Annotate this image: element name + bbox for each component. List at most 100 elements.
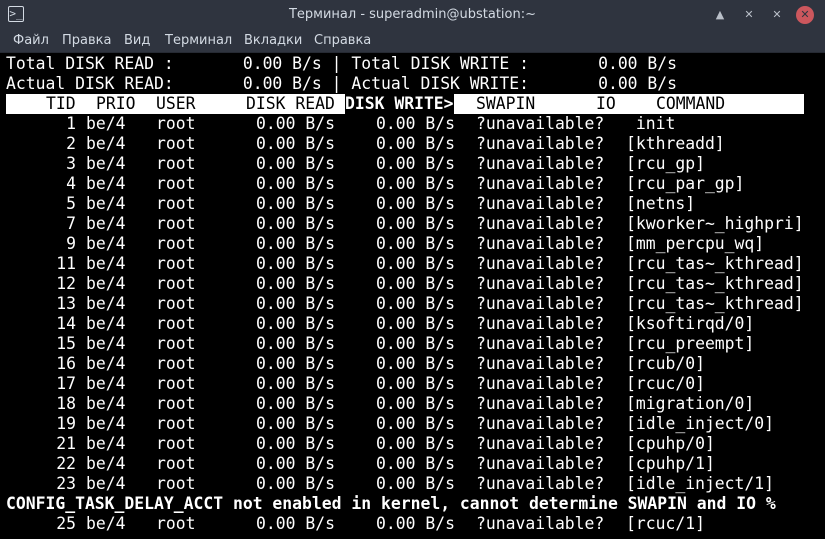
- disk-read-cell: 0.00 B/s: [256, 374, 335, 393]
- command-cell: [kthreadd]: [626, 134, 725, 153]
- disk-read-cell: 0.00 B/s: [256, 194, 335, 213]
- tid-cell: 4: [66, 174, 76, 193]
- menu-view[interactable]: Вид: [123, 30, 151, 52]
- maximize-window-button[interactable]: ✕: [768, 6, 786, 24]
- tid-cell: 3: [66, 154, 76, 173]
- tid-cell: 14: [56, 314, 76, 333]
- menu-terminal[interactable]: Терминал: [164, 30, 233, 52]
- tid-cell: 23: [56, 474, 76, 493]
- column-disk-write-sorted[interactable]: DISK WRITE>: [345, 94, 454, 114]
- disk-read-cell: 0.00 B/s: [256, 234, 335, 253]
- prio-cell: be/4: [86, 414, 126, 433]
- user-cell: root: [156, 194, 196, 213]
- user-cell: root: [156, 254, 196, 273]
- disk-read-cell: 0.00 B/s: [256, 254, 335, 273]
- disk-write-cell: 0.00 B/s: [376, 294, 455, 313]
- total-disk-io-line: Total DISK READ : 0.00 B/s | Total DISK …: [6, 54, 678, 73]
- column-tid[interactable]: TID: [46, 94, 76, 114]
- menu-tabs[interactable]: Вкладки: [243, 30, 303, 52]
- swapin-cell: ?unavailable?: [476, 154, 605, 173]
- user-cell: root: [156, 174, 196, 193]
- terminal-scrollbar[interactable]: [819, 54, 825, 539]
- disk-read-cell: 0.00 B/s: [256, 274, 335, 293]
- tid-cell: 5: [66, 194, 76, 213]
- title-bar[interactable]: >_ Терминал - superadmin@ubstation:~ ▲ ✕…: [0, 0, 825, 30]
- process-row[interactable]: 25 be/4 root 0.00 B/s 0.00 B/s ?unavaila…: [6, 514, 705, 534]
- terminal-output[interactable]: Total DISK READ : 0.00 B/s | Total DISK …: [6, 54, 819, 539]
- tid-cell: 11: [56, 254, 76, 273]
- column-swapin[interactable]: SWAPIN: [476, 94, 535, 114]
- tid-cell: 9: [66, 234, 76, 253]
- menu-edit[interactable]: Правка: [61, 30, 112, 52]
- prio-cell: be/4: [86, 254, 126, 273]
- user-cell: root: [156, 474, 196, 493]
- window-title: Терминал - superadmin@ubstation:~: [288, 7, 537, 22]
- swapin-cell: ?unavailable?: [476, 214, 605, 233]
- prio-cell: be/4: [86, 454, 126, 473]
- column-io[interactable]: IO: [596, 94, 616, 114]
- prio-cell: be/4: [86, 274, 126, 293]
- user-cell: root: [156, 434, 196, 453]
- command-cell: [rcu_tas~_kthread]: [626, 274, 804, 293]
- prio-cell: be/4: [86, 234, 126, 253]
- swapin-cell: ?unavailable?: [476, 174, 605, 193]
- prio-cell: be/4: [86, 434, 126, 453]
- tid-cell: 12: [56, 274, 76, 293]
- swapin-cell: ?unavailable?: [476, 434, 605, 453]
- disk-write-cell: 0.00 B/s: [376, 394, 455, 413]
- user-cell: root: [156, 394, 196, 413]
- user-cell: root: [156, 374, 196, 393]
- menu-help[interactable]: Справка: [313, 30, 372, 52]
- tid-cell: 18: [56, 394, 76, 413]
- disk-write-cell: 0.00 B/s: [376, 134, 455, 153]
- minimize-window-button[interactable]: ✕: [740, 6, 758, 24]
- disk-write-cell: 0.00 B/s: [376, 514, 455, 533]
- prio-cell: be/4: [86, 174, 126, 193]
- command-cell: init: [626, 114, 676, 133]
- swapin-cell: ?unavailable?: [476, 134, 605, 153]
- disk-read-cell: 0.00 B/s: [256, 414, 335, 433]
- swapin-cell: ?unavailable?: [476, 334, 605, 353]
- terminal-window: >_ Терминал - superadmin@ubstation:~ ▲ ✕…: [0, 0, 825, 539]
- disk-read-cell: 0.00 B/s: [256, 314, 335, 333]
- disk-write-cell: 0.00 B/s: [376, 114, 455, 133]
- user-cell: root: [156, 274, 196, 293]
- menu-bar: Файл Правка Вид Терминал Вкладки Справка: [0, 30, 825, 53]
- disk-write-cell: 0.00 B/s: [376, 314, 455, 333]
- user-cell: root: [156, 414, 196, 433]
- swapin-cell: ?unavailable?: [476, 254, 605, 273]
- column-command[interactable]: COMMAND: [656, 94, 725, 114]
- command-cell: [rcu_tas~_kthread]: [626, 294, 804, 313]
- disk-write-cell: 0.00 B/s: [376, 174, 455, 193]
- disk-write-cell: 0.00 B/s: [376, 374, 455, 393]
- disk-read-cell: 0.00 B/s: [256, 354, 335, 373]
- shade-window-button[interactable]: ▲: [711, 6, 729, 24]
- command-cell: [idle_inject/1]: [626, 474, 775, 493]
- disk-write-cell: 0.00 B/s: [376, 214, 455, 233]
- column-user[interactable]: USER: [156, 94, 195, 114]
- user-cell: root: [156, 294, 196, 313]
- command-cell: [mm_percpu_wq]: [626, 234, 765, 253]
- tid-cell: 16: [56, 354, 76, 373]
- swapin-cell: ?unavailable?: [476, 114, 605, 133]
- swapin-cell: ?unavailable?: [476, 454, 605, 473]
- tid-cell: 22: [56, 454, 76, 473]
- tid-cell: 17: [56, 374, 76, 393]
- command-cell: [rcuc/1]: [626, 514, 705, 533]
- command-cell: [cpuhp/1]: [626, 454, 715, 473]
- disk-read-cell: 0.00 B/s: [256, 334, 335, 353]
- prio-cell: be/4: [86, 134, 126, 153]
- column-prio[interactable]: PRIO: [96, 94, 135, 114]
- column-disk-read[interactable]: DISK READ: [246, 94, 335, 114]
- tid-cell: 19: [56, 414, 76, 433]
- command-cell: [idle_inject/0]: [626, 414, 775, 433]
- prio-cell: be/4: [86, 294, 126, 313]
- disk-write-cell: 0.00 B/s: [376, 334, 455, 353]
- disk-write-cell: 0.00 B/s: [376, 234, 455, 253]
- command-cell: [migration/0]: [626, 394, 755, 413]
- swapin-cell: ?unavailable?: [476, 374, 605, 393]
- swapin-cell: ?unavailable?: [476, 414, 605, 433]
- disk-read-cell: 0.00 B/s: [256, 474, 335, 493]
- close-window-button[interactable]: ✕: [796, 6, 814, 24]
- menu-file[interactable]: Файл: [12, 30, 50, 52]
